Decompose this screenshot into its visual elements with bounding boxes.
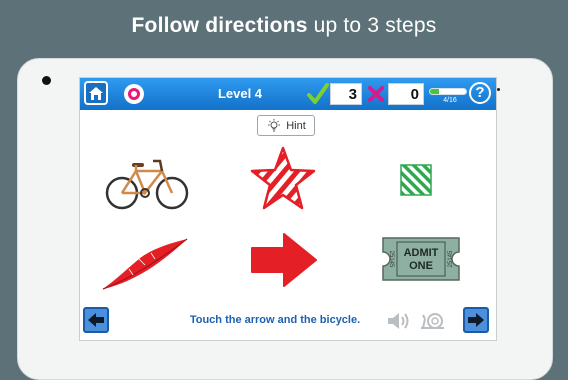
arrow-icon xyxy=(251,233,317,287)
banner-bold-text: Follow directions xyxy=(131,14,308,37)
home-icon xyxy=(89,86,103,100)
home-button[interactable] xyxy=(84,81,108,105)
cross-icon xyxy=(368,86,384,102)
top-toolbar: Level 4 3 0 4/16 ? xyxy=(80,78,496,110)
item-red-arrow[interactable] xyxy=(248,230,320,290)
record-button[interactable] xyxy=(124,84,144,104)
arrow-right-icon xyxy=(468,313,484,327)
progress-fill xyxy=(430,89,439,94)
ticket-icon: ADMIT ONE 25145 25145 xyxy=(382,237,460,281)
help-button[interactable]: ? xyxy=(469,82,491,104)
svg-text:25145: 25145 xyxy=(388,251,394,268)
star-icon xyxy=(250,146,316,210)
svg-text:25145: 25145 xyxy=(448,250,454,267)
feather-icon xyxy=(102,238,188,290)
progress-bar xyxy=(429,88,467,95)
item-striped-square[interactable] xyxy=(398,162,434,198)
svg-text:ONE: ONE xyxy=(409,260,433,272)
checkmark-icon xyxy=(307,83,329,104)
next-button[interactable] xyxy=(463,307,489,333)
item-striped-star[interactable] xyxy=(248,144,318,216)
item-admit-one-ticket[interactable]: ADMIT ONE 25145 25145 xyxy=(378,234,464,284)
instruction-text: Touch the arrow and the bicycle. xyxy=(189,314,361,326)
square-icon xyxy=(400,164,432,196)
snail-icon[interactable] xyxy=(420,311,446,331)
camera-icon xyxy=(42,76,51,85)
lightbulb-icon xyxy=(268,119,281,132)
promo-banner: Follow directions up to 3 steps xyxy=(0,0,568,52)
record-icon xyxy=(128,88,140,100)
app-screen: Level 4 3 0 4/16 ? Hint ADMIT ONE 25145 … xyxy=(79,77,497,341)
speaker-icon[interactable] xyxy=(386,310,412,332)
hint-button[interactable]: Hint xyxy=(257,115,315,136)
arrow-left-icon xyxy=(88,313,104,327)
previous-button[interactable] xyxy=(83,307,109,333)
correct-count: 3 xyxy=(330,83,362,105)
bicycle-icon xyxy=(105,159,189,210)
banner-text: up to 3 steps xyxy=(313,14,437,37)
level-label: Level 4 xyxy=(217,86,263,101)
progress-label: 4/16 xyxy=(443,97,457,104)
wrong-count: 0 xyxy=(388,83,424,105)
sensor-dot xyxy=(497,88,500,91)
hint-label: Hint xyxy=(286,119,306,132)
svg-text:ADMIT: ADMIT xyxy=(404,247,439,259)
item-bicycle[interactable] xyxy=(102,146,192,216)
item-red-feather[interactable] xyxy=(98,232,194,296)
